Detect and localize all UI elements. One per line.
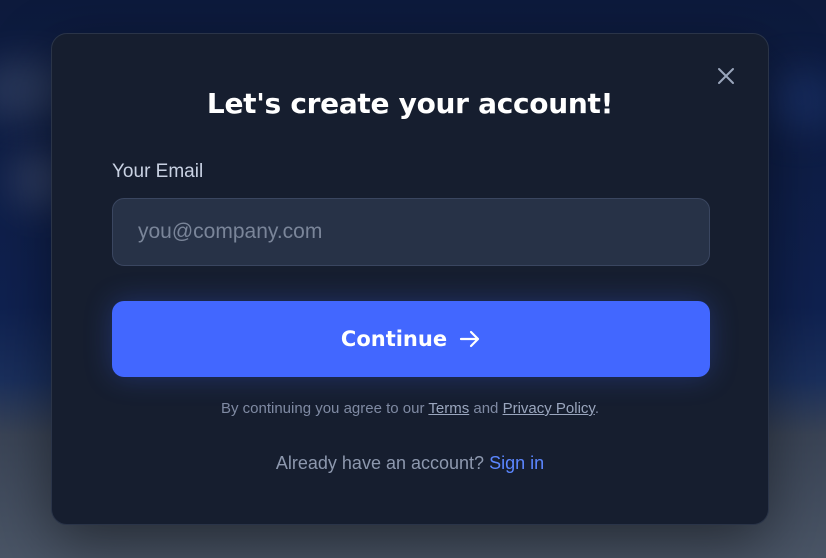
- signin-prompt: Already have an account? Sign in: [52, 453, 768, 474]
- signin-link[interactable]: Sign in: [489, 453, 544, 473]
- terms-notice: By continuing you agree to our Terms and…: [52, 400, 768, 417]
- close-icon: [716, 66, 736, 86]
- terms-suffix: .: [594, 400, 599, 417]
- arrow-right-icon: [459, 330, 481, 348]
- backdrop-blur-shape: [766, 70, 826, 130]
- email-label: Your Email: [112, 161, 204, 182]
- email-field[interactable]: [112, 198, 710, 266]
- signup-modal: Let's create your account! Your Email Co…: [51, 33, 769, 525]
- modal-title: Let's create your account!: [206, 87, 614, 120]
- signin-prompt-text: Already have an account?: [275, 453, 485, 473]
- privacy-policy-link[interactable]: Privacy Policy: [503, 400, 595, 417]
- continue-button-label: Continue: [340, 327, 448, 351]
- terms-prefix: By continuing you agree to our: [220, 400, 425, 417]
- terms-conjunction: and: [473, 400, 499, 417]
- terms-link[interactable]: Terms: [428, 400, 469, 417]
- continue-button[interactable]: Continue: [112, 301, 710, 377]
- close-button[interactable]: [716, 66, 736, 86]
